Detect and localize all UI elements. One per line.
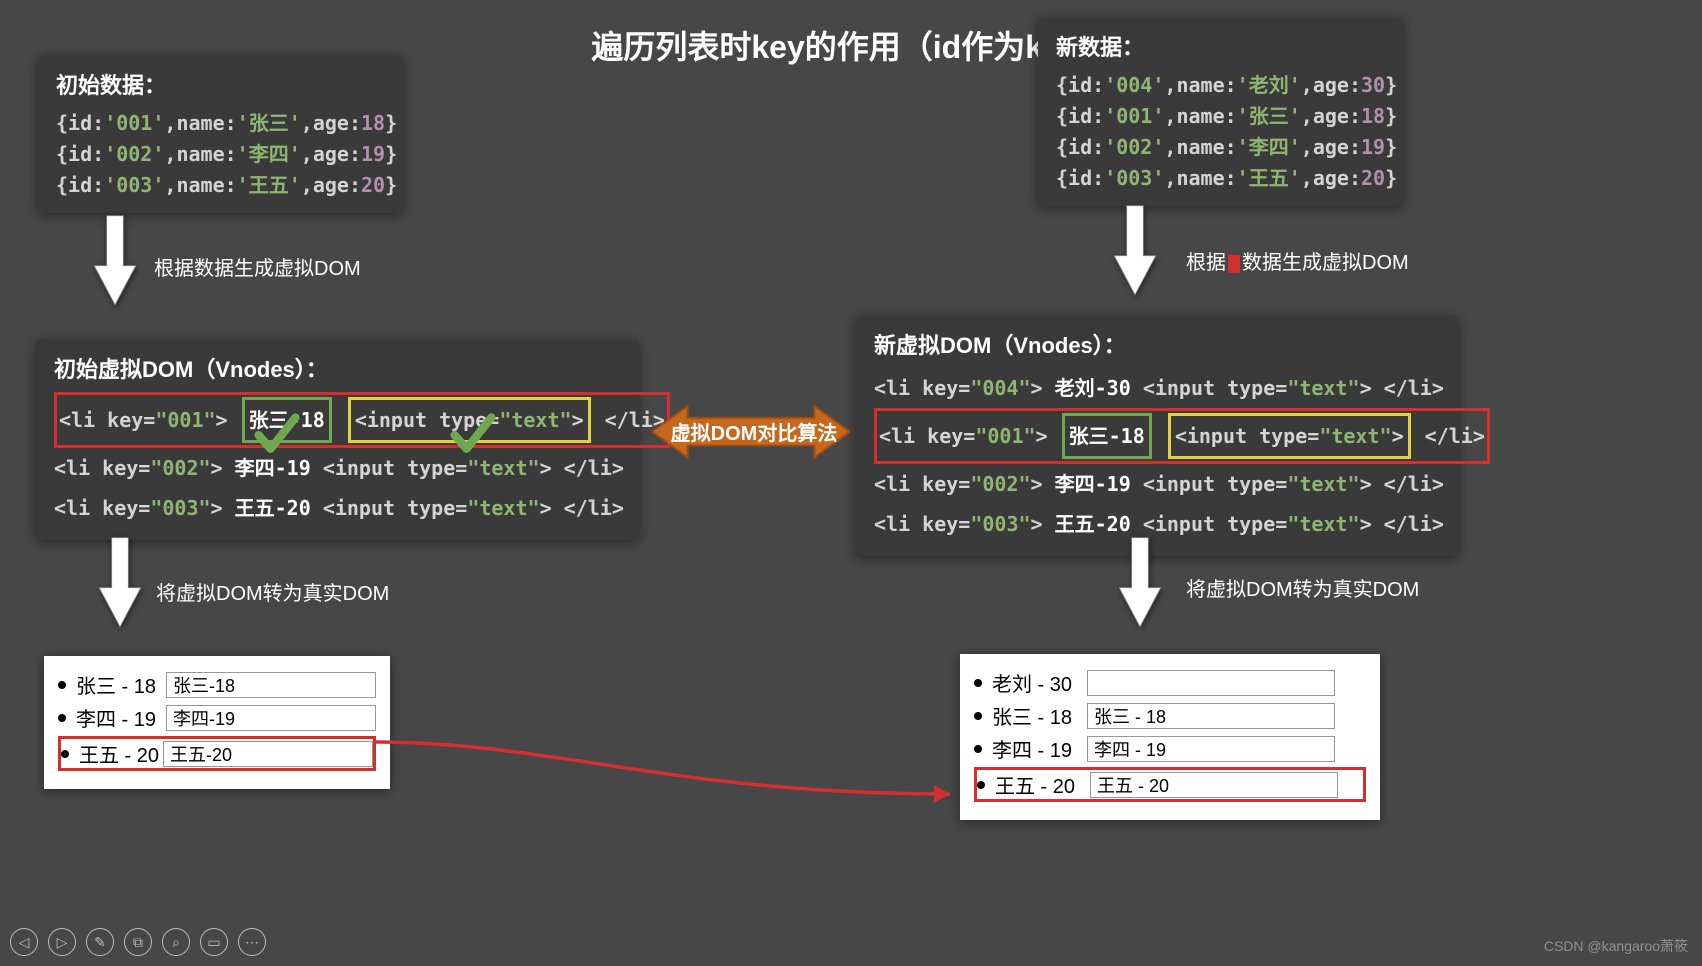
item-label: 张三 - 18 [992,701,1087,730]
item-label: 李四 - 19 [76,703,166,732]
vnodes-right-panel: 新虚拟DOM（Vnodes）： <li key="004"> 老刘-30 <in… [856,316,1458,556]
list-item: 老刘 - 30 [974,668,1366,697]
list-item: 李四 - 19 [974,734,1366,763]
bullet-icon [974,679,982,687]
vnode-row: <li key="004"> 老刘-30 <input type="text">… [874,368,1440,408]
vnodes-right-label: 新虚拟DOM（Vnodes）： [874,328,1440,360]
new-data-label: 新数据： [1056,30,1385,62]
more-button[interactable]: ⋯ [238,928,266,956]
fit-button[interactable]: ▭ [200,928,228,956]
bullet-icon [974,712,982,720]
arrow-down-icon [95,536,145,631]
data-row: {id:'003',name:'王五',age:20} [56,170,385,201]
text: 数据生成虚拟DOM [1242,252,1409,274]
step-label-gen-right: 根据数据生成虚拟DOM [1186,246,1409,275]
vnode-row: <li key="001"> 张三-18 <input type="text">… [874,408,1440,464]
vnode-row: <li key="003"> 王五-20 <input type="text">… [54,488,620,528]
arrow-down-icon [1115,536,1165,631]
watermark: CSDN @kangaroo萧筱 [1544,936,1688,956]
list-item: 张三 - 18 [974,701,1366,730]
list-item: 王五 - 20 [58,736,376,771]
bullet-icon [61,750,69,758]
item-input[interactable] [1087,736,1335,762]
initial-data-panel: 初始数据： {id:'001',name:'张三',age:18}{id:'00… [38,56,403,213]
item-input[interactable] [166,672,376,698]
item-input[interactable] [1087,703,1335,729]
item-label: 王五 - 20 [995,770,1090,799]
new-data-panel: 新数据： {id:'004',name:'老刘',age:30}{id:'001… [1038,18,1403,206]
checkmark-icon [450,412,496,458]
player-toolbar: ◁ ▷ ✎ ⧉ ⌕ ▭ ⋯ [10,928,266,956]
arrow-down-icon [90,214,140,309]
data-row: {id:'002',name:'李四',age:19} [56,139,385,170]
zoom-button[interactable]: ⌕ [162,928,190,956]
data-row: {id:'002',name:'李四',age:19} [1056,132,1385,163]
bullet-icon [58,714,66,722]
vnodes-left-panel: 初始虚拟DOM（Vnodes）： <li key="001"> 张三-18 <i… [36,340,638,540]
step-label-real-right: 将虚拟DOM转为真实DOM [1186,573,1419,602]
data-row: {id:'003',name:'王五',age:20} [1056,163,1385,194]
connector-arrow-icon [374,740,964,810]
next-button[interactable]: ▷ [48,928,76,956]
data-row: {id:'001',name:'张三',age:18} [56,108,385,139]
realdom-right-panel: 老刘 - 30 张三 - 18 李四 - 19 王五 - 20 [960,654,1380,820]
item-input[interactable] [1090,772,1338,798]
list-item: 王五 - 20 [974,767,1366,802]
item-input[interactable] [166,705,376,731]
item-label: 李四 - 19 [992,734,1087,763]
cursor-icon [1228,255,1240,273]
list-item: 张三 - 18 [58,670,376,699]
text: 根据 [1186,252,1226,274]
bullet-icon [977,781,985,789]
item-label: 王五 - 20 [79,739,163,768]
checkmark-icon [254,412,300,458]
arrow-down-icon [1110,204,1160,299]
pen-button[interactable]: ✎ [86,928,114,956]
item-input[interactable] [163,741,373,767]
realdom-left-panel: 张三 - 18 李四 - 19 王五 - 20 [44,656,390,789]
step-label-gen-left: 根据数据生成虚拟DOM [154,252,361,281]
list-item: 李四 - 19 [58,703,376,732]
data-row: {id:'001',name:'张三',age:18} [1056,101,1385,132]
item-input[interactable] [1087,670,1335,696]
step-label-real-left: 将虚拟DOM转为真实DOM [156,577,389,606]
page-title: 遍历列表时key的作用（id作为key） [591,22,1110,68]
data-row: {id:'004',name:'老刘',age:30} [1056,70,1385,101]
vnode-row: <li key="002"> 李四-19 <input type="text">… [54,448,620,488]
vnode-row: <li key="002"> 李四-19 <input type="text">… [874,464,1440,504]
item-label: 张三 - 18 [76,670,166,699]
prev-button[interactable]: ◁ [10,928,38,956]
diff-algorithm-label: 虚拟DOM对比算法 [666,417,842,446]
item-label: 老刘 - 30 [992,668,1087,697]
initial-data-label: 初始数据： [56,68,385,100]
layers-button[interactable]: ⧉ [124,928,152,956]
bullet-icon [974,745,982,753]
bullet-icon [58,681,66,689]
vnode-row: <li key="001"> 张三-18 <input type="text">… [54,392,620,448]
vnodes-left-label: 初始虚拟DOM（Vnodes）： [54,352,620,384]
